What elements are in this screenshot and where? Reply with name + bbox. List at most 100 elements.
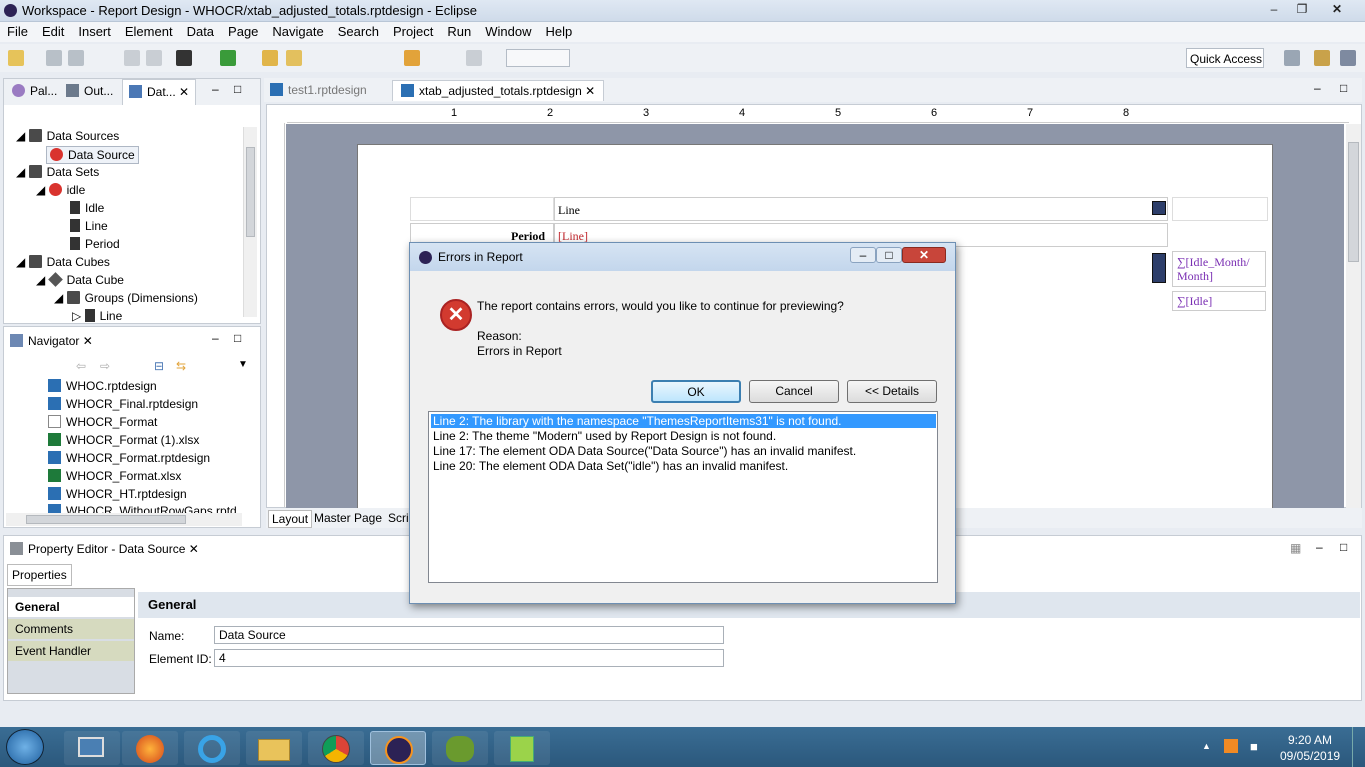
redo-icon[interactable] xyxy=(146,50,162,66)
tab-data-explorer[interactable]: Dat... ✕ xyxy=(122,79,197,105)
tree-idle[interactable]: ◢ idle xyxy=(36,183,85,197)
tab-property-editor[interactable]: Property Editor - Data Source ✕ xyxy=(10,542,199,556)
dialog-minimize-button[interactable]: – xyxy=(850,247,876,263)
menu-project[interactable]: Project xyxy=(386,22,440,39)
menu-window[interactable]: Window xyxy=(478,22,538,39)
minimize-editor-icon[interactable]: – xyxy=(1314,81,1321,95)
save-all-icon[interactable] xyxy=(68,50,84,66)
menu-search[interactable]: Search xyxy=(331,22,386,39)
quick-access-field[interactable]: Quick Access xyxy=(1186,48,1264,68)
menu-file[interactable]: File xyxy=(0,22,35,39)
file-item[interactable]: WHOCR_WithoutRowGaps.rptd... xyxy=(48,504,247,513)
save-icon[interactable] xyxy=(46,50,62,66)
minimize-panel-icon[interactable]: – xyxy=(212,331,219,345)
close-icon[interactable]: ✕ xyxy=(83,334,93,348)
clock-date[interactable]: 09/05/2019 xyxy=(1280,749,1340,763)
file-item[interactable]: WHOCR_Format.rptdesign xyxy=(48,451,210,465)
forward-icon[interactable] xyxy=(466,50,482,66)
error-list-item[interactable]: Line 2: The theme "Modern" used by Repor… xyxy=(431,429,776,443)
open-perspective-icon[interactable] xyxy=(1284,50,1300,66)
tree-col-line[interactable]: Line xyxy=(70,219,108,233)
close-icon[interactable]: ✕ xyxy=(189,542,199,556)
category-general[interactable]: General xyxy=(8,597,134,617)
tab-palette[interactable]: Pal... xyxy=(12,84,57,98)
xtab-idle-sum[interactable]: ∑[Idle] xyxy=(1172,291,1266,311)
cancel-button[interactable]: Cancel xyxy=(749,380,839,403)
dialog-maximize-button[interactable]: □ xyxy=(876,247,902,263)
run-icon[interactable] xyxy=(220,50,236,66)
chrome-icon[interactable] xyxy=(308,731,364,765)
file-item[interactable]: WHOCR_Format xyxy=(48,415,157,429)
menu-element[interactable]: Element xyxy=(118,22,180,39)
menu-help[interactable]: Help xyxy=(539,22,580,39)
default-perspective-icon[interactable] xyxy=(1340,50,1356,66)
tab-properties[interactable]: Properties xyxy=(7,564,72,586)
file-item[interactable]: WHOCR_Format.xlsx xyxy=(48,469,181,483)
forward-icon[interactable]: ⇨ xyxy=(100,359,110,373)
menu-edit[interactable]: Edit xyxy=(35,22,71,39)
preview-icon[interactable] xyxy=(176,50,192,66)
dialog-close-button[interactable]: ✕ xyxy=(902,247,946,263)
error-list[interactable]: Line 2: The library with the namespace "… xyxy=(428,411,938,583)
menu-navigate[interactable]: Navigate xyxy=(265,22,330,39)
ok-button[interactable]: OK xyxy=(651,380,741,403)
file-item[interactable]: WHOCR_HT.rptdesign xyxy=(48,487,187,501)
editor-vertical-scrollbar[interactable] xyxy=(1346,124,1361,508)
menu-data[interactable]: Data xyxy=(180,22,221,39)
menu-run[interactable]: Run xyxy=(440,22,478,39)
maximize-panel-icon[interactable]: □ xyxy=(1340,540,1347,554)
scrollbar-thumb[interactable] xyxy=(1348,142,1359,262)
tab-navigator[interactable]: Navigator ✕ xyxy=(10,334,93,348)
maximize-panel-icon[interactable]: □ xyxy=(234,331,241,345)
element-id-field[interactable] xyxy=(214,649,724,667)
firefox-icon[interactable] xyxy=(122,731,178,765)
eclipse-taskbar-icon[interactable] xyxy=(370,731,426,765)
error-list-item[interactable]: Line 20: The element ODA Data Set("idle"… xyxy=(431,459,788,473)
file-item[interactable]: WHOCR_Final.rptdesign xyxy=(48,397,198,411)
clock-time[interactable]: 9:20 AM xyxy=(1288,733,1332,747)
crosstab-handle-icon[interactable] xyxy=(1152,253,1166,283)
close-icon[interactable]: ✕ xyxy=(585,84,595,98)
tree-data-cube[interactable]: ◢ Data Cube xyxy=(36,272,124,287)
tab-script[interactable]: Scri xyxy=(388,511,409,525)
toad-icon[interactable] xyxy=(432,731,488,765)
show-hidden-icons[interactable]: ▲ xyxy=(1202,741,1211,751)
tab-layout[interactable]: Layout xyxy=(268,510,313,528)
minimize-button[interactable]: – xyxy=(1262,2,1286,18)
menu-page[interactable]: Page xyxy=(221,22,265,39)
panel-menu-icon[interactable]: ▦ xyxy=(1290,541,1301,555)
file-item[interactable]: WHOCR_Format (1).xlsx xyxy=(48,433,199,447)
remote-desktop-icon[interactable] xyxy=(64,731,120,765)
category-comments[interactable]: Comments xyxy=(8,619,134,639)
xtab-idle-month[interactable]: ∑[Idle_Month/ Month] xyxy=(1172,251,1266,287)
tree-data-source[interactable]: Data Source xyxy=(46,146,139,164)
tab-test1[interactable]: test1.rptdesign xyxy=(270,83,367,97)
volume-icon[interactable]: ■ xyxy=(1250,739,1258,754)
tree-group-line[interactable]: ▷ Line xyxy=(72,309,122,323)
minimize-panel-icon[interactable]: – xyxy=(212,82,219,96)
maximize-panel-icon[interactable]: □ xyxy=(234,82,241,96)
details-button[interactable]: << Details xyxy=(847,380,937,403)
error-list-item[interactable]: Line 2: The library with the namespace "… xyxy=(431,414,936,428)
open-icon[interactable] xyxy=(262,50,278,66)
notepad-plus-icon[interactable] xyxy=(494,731,550,765)
explorer-icon[interactable] xyxy=(246,731,302,765)
tab-outline[interactable]: Out... xyxy=(66,84,113,98)
maximize-button[interactable]: ❐ xyxy=(1290,2,1314,18)
tree-col-period[interactable]: Period xyxy=(70,237,120,251)
link-editor-icon[interactable]: ⇆ xyxy=(176,359,186,373)
start-button[interactable] xyxy=(6,729,44,765)
minimize-panel-icon[interactable]: – xyxy=(1316,540,1323,554)
undo-icon[interactable] xyxy=(124,50,140,66)
ie-icon[interactable] xyxy=(184,731,240,765)
tab-xtab[interactable]: xtab_adjusted_totals.rptdesign ✕ xyxy=(392,80,605,101)
file-item[interactable]: WHOC.rptdesign xyxy=(48,379,157,393)
category-event-handler[interactable]: Event Handler xyxy=(8,641,134,661)
tab-master-page[interactable]: Master Page xyxy=(314,511,382,525)
maximize-editor-icon[interactable]: □ xyxy=(1340,81,1347,95)
tree-data-cubes[interactable]: ◢ Data Cubes xyxy=(16,255,110,269)
search-icon[interactable] xyxy=(286,50,302,66)
error-list-item[interactable]: Line 17: The element ODA Data Source("Da… xyxy=(431,444,856,458)
scrollbar-thumb[interactable] xyxy=(26,515,186,524)
close-icon[interactable]: ✕ xyxy=(179,85,189,99)
